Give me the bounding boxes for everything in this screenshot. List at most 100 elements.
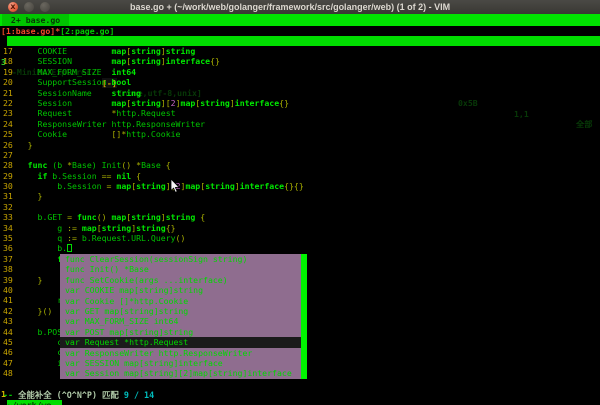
code-token: b.Request.URL.Query bbox=[77, 233, 176, 243]
line-number: 28 bbox=[3, 160, 28, 170]
line-number: 26 bbox=[3, 140, 28, 150]
buffer-tab-base-go[interactable]: [1:base.go]* bbox=[1, 26, 60, 36]
line-number: 35 bbox=[3, 233, 28, 243]
code-token: c bbox=[28, 347, 63, 357]
code-token: { bbox=[200, 212, 205, 222]
code-token: map bbox=[111, 212, 126, 222]
line-number: 19 bbox=[3, 67, 28, 77]
line-number: 40 bbox=[3, 285, 28, 295]
line-number: 29 bbox=[3, 171, 28, 181]
completion-item[interactable]: var Cookie []*http.Cookie bbox=[60, 296, 301, 306]
code-token: } bbox=[38, 191, 43, 201]
code-token: string bbox=[136, 223, 166, 233]
maximize-window-icon[interactable] bbox=[40, 2, 50, 12]
code-token: string bbox=[136, 181, 166, 191]
code-token: SESSION bbox=[28, 56, 112, 66]
buffer-tab-page-go[interactable]: [2:page.go] bbox=[60, 26, 114, 36]
completion-item[interactable]: func Init() *Base bbox=[60, 264, 301, 274]
code-token: int64 bbox=[111, 67, 136, 77]
code-line: 34 g := map[string]string{} bbox=[3, 223, 304, 233]
code-token: nil bbox=[116, 171, 131, 181]
code-token: Request bbox=[28, 108, 112, 118]
code-line: 36 b. bbox=[3, 243, 304, 253]
code-token: string bbox=[131, 56, 161, 66]
code-token: []* bbox=[111, 129, 126, 139]
line-number: 21 bbox=[3, 88, 28, 98]
code-token: map bbox=[111, 46, 126, 56]
line-number: 39 bbox=[3, 275, 28, 285]
code-token: b.Session bbox=[28, 181, 107, 191]
completion-item[interactable]: var Session map[string][2]map[string]int… bbox=[60, 368, 301, 378]
code-token: {} bbox=[210, 56, 220, 66]
code-line: 23 Request *http.Request bbox=[3, 108, 304, 118]
code-line: 28 func (b *Base) Init() *Base { bbox=[3, 160, 304, 170]
code-token: string bbox=[131, 212, 161, 222]
completion-popup: func ClearSession(sessionSign string)fun… bbox=[60, 254, 307, 389]
completion-item[interactable]: func ClearSession(sessionSign string) bbox=[60, 254, 301, 264]
code-line: 21 SessionName string bbox=[3, 88, 304, 98]
line-number: 42 bbox=[3, 306, 28, 316]
code-line: 17 COOKIE map[string]string bbox=[3, 46, 304, 56]
code-token: { bbox=[136, 171, 141, 181]
code-token: {} bbox=[166, 223, 176, 233]
completion-item[interactable]: var POST map[string]string bbox=[60, 327, 301, 337]
line-number: 45 bbox=[3, 337, 28, 347]
code-token: := bbox=[67, 233, 77, 243]
completion-match-count: 9 / 14 bbox=[124, 390, 154, 400]
code-token: Cookie bbox=[28, 129, 112, 139]
code-token: MAX_FORM_SIZE bbox=[28, 67, 112, 77]
code-token bbox=[28, 171, 38, 181]
code-line: 32 bbox=[3, 202, 304, 212]
code-line: 30 b.Session = map[string][2]map[string]… bbox=[3, 181, 304, 191]
code-token: g bbox=[28, 223, 67, 233]
completion-item[interactable]: var ResponseWriter http.ResponseWriter bbox=[60, 348, 301, 358]
code-line: 26 } bbox=[3, 140, 304, 150]
code-token: ResponseWriter http.ResponseWriter bbox=[28, 119, 205, 129]
minibufexplorer-line: [1:base.go]*[2:page.go] bbox=[1, 26, 114, 36]
line-number: 30 bbox=[3, 181, 28, 191]
line-number: 22 bbox=[3, 98, 28, 108]
status-bar-fill bbox=[7, 36, 600, 46]
completion-item[interactable]: var GET map[string]string bbox=[60, 306, 301, 316]
code-token: func bbox=[28, 160, 48, 170]
line-number: 32 bbox=[3, 202, 28, 212]
line-number: 34 bbox=[3, 223, 28, 233]
code-token: map bbox=[181, 98, 196, 108]
line-number: 24 bbox=[3, 119, 28, 129]
code-token: Base bbox=[141, 160, 166, 170]
code-token: string bbox=[200, 98, 230, 108]
code-token: string bbox=[131, 46, 161, 56]
code-token: Base) Init bbox=[72, 160, 121, 170]
code-line: 33 b.GET = func() map[string]string { bbox=[3, 212, 304, 222]
code-token: () bbox=[121, 160, 131, 170]
close-window-icon[interactable]: x bbox=[8, 2, 18, 12]
code-token: () bbox=[176, 233, 186, 243]
code-token: COOKIE bbox=[28, 46, 112, 56]
completion-item[interactable]: func SetCookie(args ...interface) bbox=[60, 275, 301, 285]
vim-window: x base.go + (~/work/web/golanger/framewo… bbox=[0, 0, 600, 405]
completion-item[interactable]: var MAX_FORM_SIZE int64 bbox=[60, 316, 301, 326]
completion-item-list: func ClearSession(sessionSign string)fun… bbox=[60, 254, 301, 389]
code-token: string bbox=[111, 88, 141, 98]
code-token: bool bbox=[111, 77, 131, 87]
minimize-window-icon[interactable] bbox=[24, 2, 34, 12]
code-token: map bbox=[111, 56, 126, 66]
code-token: Session bbox=[28, 98, 112, 108]
tab-base-go[interactable]: 2+ base.go bbox=[2, 14, 69, 26]
completion-item[interactable]: var COOKIE map[string]string bbox=[60, 285, 301, 295]
code-token bbox=[28, 191, 38, 201]
popup-scrollbar[interactable] bbox=[301, 254, 307, 389]
code-line: 25 Cookie []*http.Cookie bbox=[3, 129, 304, 139]
completion-item-selected[interactable]: var Request *http.Request bbox=[60, 337, 301, 347]
code-token: i bbox=[28, 358, 63, 368]
completion-mode-message: 全能补全 (^O^N^P) 匹配 bbox=[18, 390, 124, 400]
window-title: base.go + (~/work/web/golanger/framework… bbox=[130, 2, 450, 13]
completion-item[interactable]: var SESSION map[string]interface bbox=[60, 358, 301, 368]
code-line: 22 Session map[string][2]map[string]inte… bbox=[3, 98, 304, 108]
code-token: func bbox=[77, 212, 97, 222]
text-cursor bbox=[67, 244, 72, 252]
code-token: string bbox=[205, 181, 235, 191]
code-token: (b bbox=[47, 160, 67, 170]
code-token: r bbox=[28, 295, 63, 305]
window-titlebar: x base.go + (~/work/web/golanger/framewo… bbox=[0, 0, 600, 15]
